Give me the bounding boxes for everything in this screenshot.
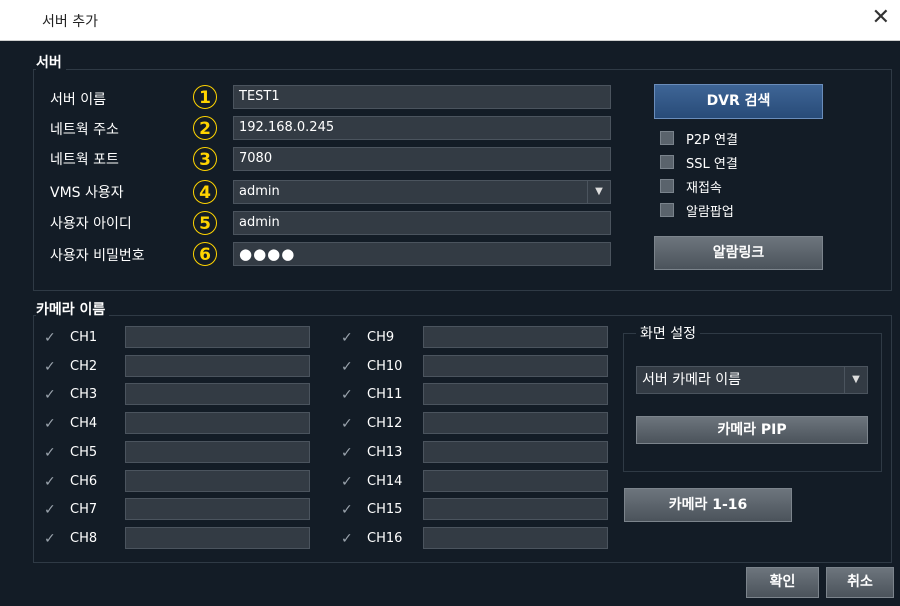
ch11-label: CH11	[367, 387, 403, 402]
ch11-checkbox[interactable]: ✓	[341, 388, 353, 402]
server-section-label: 서버	[36, 52, 66, 72]
ssl-label: SSL 연결	[686, 157, 738, 172]
ch15-name-field[interactable]	[423, 498, 608, 520]
user-password-field[interactable]: ●●●●	[233, 242, 611, 266]
ch15-checkbox[interactable]: ✓	[341, 503, 353, 517]
ch2-name-field[interactable]	[125, 355, 310, 377]
number-badge-4: 4	[193, 180, 217, 204]
camera-name-source-dropdown[interactable]: 서버 카메라 이름 ▼	[636, 366, 868, 394]
title-bar: 서버 추가 ✕	[0, 0, 900, 41]
ch5-label: CH5	[70, 445, 98, 460]
dvr-search-button[interactable]: DVR 검색	[654, 84, 823, 119]
ch1-checkbox[interactable]: ✓	[44, 331, 56, 345]
user-id-field[interactable]: admin	[233, 211, 611, 235]
ch10-checkbox[interactable]: ✓	[341, 360, 353, 374]
number-badge-6: 6	[193, 242, 217, 266]
ch3-name-field[interactable]	[125, 383, 310, 405]
ch16-checkbox[interactable]: ✓	[341, 532, 353, 546]
ch8-label: CH8	[70, 531, 98, 546]
server-name-field[interactable]: TEST1	[233, 85, 611, 109]
ch7-name-field[interactable]	[125, 498, 310, 520]
ch9-label: CH9	[367, 330, 395, 345]
dialog-title: 서버 추가	[42, 14, 98, 30]
ch4-checkbox[interactable]: ✓	[44, 417, 56, 431]
close-icon[interactable]: ✕	[872, 7, 890, 29]
camera-range-button[interactable]: 카메라 1-16	[624, 488, 792, 522]
ok-button[interactable]: 확인	[746, 567, 819, 598]
server-name-label: 서버 이름	[50, 92, 106, 108]
ch16-name-field[interactable]	[423, 527, 608, 549]
camera-name-source-value: 서버 카메라 이름	[642, 372, 742, 388]
alarm-popup-checkbox[interactable]	[660, 203, 674, 217]
number-badge-2: 2	[193, 116, 217, 140]
reconnect-checkbox[interactable]	[660, 179, 674, 193]
network-address-label: 네트웍 주소	[50, 122, 119, 138]
ch6-label: CH6	[70, 474, 98, 489]
ch12-label: CH12	[367, 416, 403, 431]
chevron-down-icon[interactable]: ▼	[587, 181, 610, 203]
reconnect-label: 재접속	[686, 181, 722, 196]
ch14-checkbox[interactable]: ✓	[341, 475, 353, 489]
vms-user-dropdown[interactable]: admin ▼	[233, 180, 611, 204]
ch15-label: CH15	[367, 502, 403, 517]
ch13-checkbox[interactable]: ✓	[341, 446, 353, 460]
vms-user-value: admin	[239, 184, 280, 199]
ch5-checkbox[interactable]: ✓	[44, 446, 56, 460]
ch2-label: CH2	[70, 359, 98, 374]
ch3-label: CH3	[70, 387, 98, 402]
screen-settings-group	[623, 333, 882, 472]
number-badge-5: 5	[193, 211, 217, 235]
cancel-button[interactable]: 취소	[826, 567, 894, 598]
ch5-name-field[interactable]	[125, 441, 310, 463]
p2p-label: P2P 연결	[686, 133, 739, 148]
ch1-name-field[interactable]	[125, 326, 310, 348]
ssl-checkbox[interactable]	[660, 155, 674, 169]
ch9-name-field[interactable]	[423, 326, 608, 348]
user-id-label: 사용자 아이디	[50, 216, 132, 232]
network-address-field[interactable]: 192.168.0.245	[233, 116, 611, 140]
ch6-checkbox[interactable]: ✓	[44, 475, 56, 489]
ch3-checkbox[interactable]: ✓	[44, 388, 56, 402]
ch12-checkbox[interactable]: ✓	[341, 417, 353, 431]
screen-settings-label: 화면 설정	[636, 323, 700, 343]
ch9-checkbox[interactable]: ✓	[341, 331, 353, 345]
alarm-link-button[interactable]: 알람링크	[654, 236, 823, 270]
ch8-name-field[interactable]	[125, 527, 310, 549]
ch13-label: CH13	[367, 445, 403, 460]
network-port-field[interactable]: 7080	[233, 147, 611, 171]
ch4-name-field[interactable]	[125, 412, 310, 434]
user-password-label: 사용자 비밀번호	[50, 248, 145, 264]
camera-section-label: 카메라 이름	[36, 299, 110, 319]
ch14-name-field[interactable]	[423, 470, 608, 492]
ch8-checkbox[interactable]: ✓	[44, 532, 56, 546]
ch11-name-field[interactable]	[423, 383, 608, 405]
p2p-checkbox[interactable]	[660, 131, 674, 145]
number-badge-3: 3	[193, 147, 217, 171]
ch6-name-field[interactable]	[125, 470, 310, 492]
ch14-label: CH14	[367, 474, 403, 489]
chevron-down-icon[interactable]: ▼	[844, 367, 867, 393]
ch13-name-field[interactable]	[423, 441, 608, 463]
ch10-label: CH10	[367, 359, 403, 374]
add-server-dialog: 서버 추가 ✕ 서버 서버 이름 1 TEST1 네트웍 주소 2 192.16…	[0, 0, 900, 606]
vms-user-label: VMS 사용자	[50, 185, 124, 201]
camera-pip-button[interactable]: 카메라 PIP	[636, 416, 868, 444]
ch16-label: CH16	[367, 531, 403, 546]
ch1-label: CH1	[70, 330, 98, 345]
ch4-label: CH4	[70, 416, 98, 431]
ch2-checkbox[interactable]: ✓	[44, 360, 56, 374]
ch12-name-field[interactable]	[423, 412, 608, 434]
alarm-popup-label: 알람팝업	[686, 205, 734, 220]
ch7-checkbox[interactable]: ✓	[44, 503, 56, 517]
network-port-label: 네트웍 포트	[50, 152, 119, 168]
ch10-name-field[interactable]	[423, 355, 608, 377]
number-badge-1: 1	[193, 85, 217, 109]
ch7-label: CH7	[70, 502, 98, 517]
